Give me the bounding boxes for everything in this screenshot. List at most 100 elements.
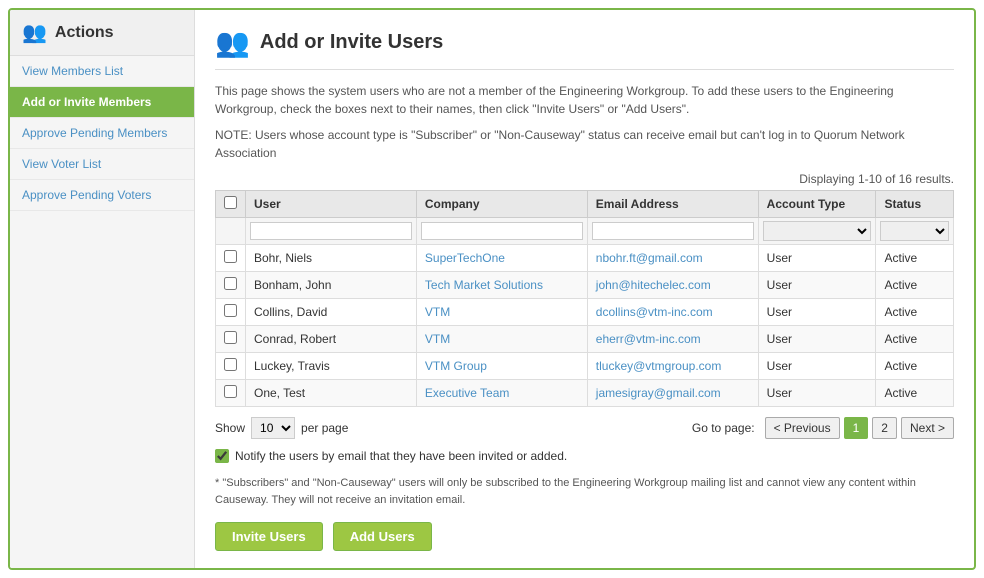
next-page-button[interactable]: Next >: [901, 417, 954, 439]
row-company[interactable]: SuperTechOne: [416, 245, 587, 272]
prev-page-button[interactable]: < Previous: [765, 417, 840, 439]
row-checkbox-5[interactable]: [224, 385, 237, 398]
col-header-status: Status: [876, 191, 954, 218]
company-link[interactable]: SuperTechOne: [425, 251, 505, 265]
row-check-cell[interactable]: [216, 353, 246, 380]
table-filter-row: User Subscriber Non-Causeway Active Inac…: [216, 218, 954, 245]
col-header-company: Company: [416, 191, 587, 218]
page-2-button[interactable]: 2: [872, 417, 897, 439]
row-status: Active: [876, 326, 954, 353]
filter-status-cell[interactable]: Active Inactive: [876, 218, 954, 245]
show-label: Show: [215, 421, 245, 435]
row-status: Active: [876, 299, 954, 326]
email-link[interactable]: dcollins@vtm-inc.com: [596, 305, 713, 319]
sidebar-item-approve-pending[interactable]: Approve Pending Members: [10, 118, 194, 149]
filter-user-input[interactable]: [250, 222, 412, 240]
sidebar-item-approve-voters[interactable]: Approve Pending Voters: [10, 180, 194, 211]
company-link[interactable]: VTM: [425, 305, 450, 319]
row-company[interactable]: Executive Team: [416, 380, 587, 407]
row-account-type: User: [758, 353, 876, 380]
page-header: 👥 Add or Invite Users: [215, 26, 954, 70]
table-header-row: User Company Email Address Account Type …: [216, 191, 954, 218]
page-title: Add or Invite Users: [260, 31, 443, 54]
sidebar-nav: View Members List Add or Invite Members …: [10, 56, 194, 211]
row-email[interactable]: nbohr.ft@gmail.com: [587, 245, 758, 272]
row-email[interactable]: eherr@vtm-inc.com: [587, 326, 758, 353]
view-members-link[interactable]: View Members List: [10, 56, 194, 87]
row-email[interactable]: dcollins@vtm-inc.com: [587, 299, 758, 326]
sidebar-item-view-members[interactable]: View Members List: [10, 56, 194, 87]
company-link[interactable]: VTM Group: [425, 359, 487, 373]
filter-company-input[interactable]: [421, 222, 583, 240]
sidebar-item-add-invite[interactable]: Add or Invite Members: [10, 87, 194, 118]
row-checkbox-4[interactable]: [224, 358, 237, 371]
approve-voters-link[interactable]: Approve Pending Voters: [10, 180, 194, 211]
filter-email-cell[interactable]: [587, 218, 758, 245]
email-link[interactable]: tluckey@vtmgroup.com: [596, 359, 722, 373]
table-row: Luckey, TravisVTM Grouptluckey@vtmgroup.…: [216, 353, 954, 380]
table-row: Collins, DavidVTMdcollins@vtm-inc.comUse…: [216, 299, 954, 326]
row-check-cell[interactable]: [216, 299, 246, 326]
filter-email-input[interactable]: [592, 222, 754, 240]
company-link[interactable]: Tech Market Solutions: [425, 278, 543, 292]
sidebar-header: 👥 Actions: [10, 10, 194, 56]
approve-pending-link[interactable]: Approve Pending Members: [10, 118, 194, 149]
show-per-page: Show 10 25 50 per page: [215, 417, 348, 439]
view-voter-link[interactable]: View Voter List: [10, 149, 194, 180]
sidebar: 👥 Actions View Members List Add or Invit…: [10, 10, 195, 568]
row-company[interactable]: VTM: [416, 299, 587, 326]
info-text: This page shows the system users who are…: [215, 82, 954, 118]
bottom-note: Click "Invite Users" to send the selecte…: [215, 565, 954, 568]
row-account-type: User: [758, 245, 876, 272]
note-text: NOTE: Users whose account type is "Subsc…: [215, 126, 954, 162]
filter-company-cell[interactable]: [416, 218, 587, 245]
company-link[interactable]: VTM: [425, 332, 450, 346]
table-row: Bonham, John Tech Market Solutions john@hi…: [216, 272, 954, 299]
row-company[interactable]: VTM Group: [416, 353, 587, 380]
row-check-cell[interactable]: [216, 245, 246, 272]
row-check-cell[interactable]: [216, 326, 246, 353]
row-status: Active: [876, 380, 954, 407]
email-link[interactable]: jamesigray@gmail.com: [596, 386, 721, 400]
add-invite-link[interactable]: Add or Invite Members: [10, 87, 194, 118]
row-checkbox-3[interactable]: [224, 331, 237, 344]
email-link[interactable]: john@hitechelec.com: [596, 278, 711, 292]
filter-user-cell[interactable]: [246, 218, 417, 245]
select-all-header[interactable]: [216, 191, 246, 218]
row-account-type: User: [758, 299, 876, 326]
row-check-cell[interactable]: [216, 272, 246, 299]
select-all-checkbox[interactable]: [224, 196, 237, 209]
row-email[interactable]: tluckey@vtmgroup.com: [587, 353, 758, 380]
page-1-button[interactable]: 1: [844, 417, 869, 439]
row-checkbox-0[interactable]: [224, 250, 237, 263]
row-status: Active: [876, 272, 954, 299]
filter-account-type-select[interactable]: User Subscriber Non-Causeway: [763, 221, 872, 241]
main-content: 👥 Add or Invite Users This page shows th…: [195, 10, 974, 568]
row-account-type: User: [758, 380, 876, 407]
sidebar-item-view-voter[interactable]: View Voter List: [10, 149, 194, 180]
row-email[interactable]: jamesigray@gmail.com: [587, 380, 758, 407]
row-company[interactable]: Tech Market Solutions: [416, 272, 587, 299]
per-page-select[interactable]: 10 25 50: [251, 417, 295, 439]
email-link[interactable]: nbohr.ft@gmail.com: [596, 251, 703, 265]
row-email[interactable]: john@hitechelec.com: [587, 272, 758, 299]
filter-status-select[interactable]: Active Inactive: [880, 221, 949, 241]
filter-account-type-cell[interactable]: User Subscriber Non-Causeway: [758, 218, 876, 245]
row-user: Bonham, John: [246, 272, 417, 299]
action-buttons: Invite Users Add Users: [215, 522, 954, 551]
filter-check-col: [216, 218, 246, 245]
row-status: Active: [876, 245, 954, 272]
row-check-cell[interactable]: [216, 380, 246, 407]
bottom-note-text-1: Click "Invite Users" to send the selecte…: [215, 567, 933, 568]
row-checkbox-2[interactable]: [224, 304, 237, 317]
add-users-button[interactable]: Add Users: [333, 522, 432, 551]
row-company[interactable]: VTM: [416, 326, 587, 353]
company-link[interactable]: Executive Team: [425, 386, 510, 400]
notify-row: Notify the users by email that they have…: [215, 449, 954, 463]
notify-checkbox[interactable]: [215, 449, 229, 463]
row-checkbox-1[interactable]: [224, 277, 237, 290]
invite-users-button[interactable]: Invite Users: [215, 522, 323, 551]
table-footer: Show 10 25 50 per page Go to page: < Pre…: [215, 417, 954, 439]
email-link[interactable]: eherr@vtm-inc.com: [596, 332, 701, 346]
col-header-account-type: Account Type: [758, 191, 876, 218]
